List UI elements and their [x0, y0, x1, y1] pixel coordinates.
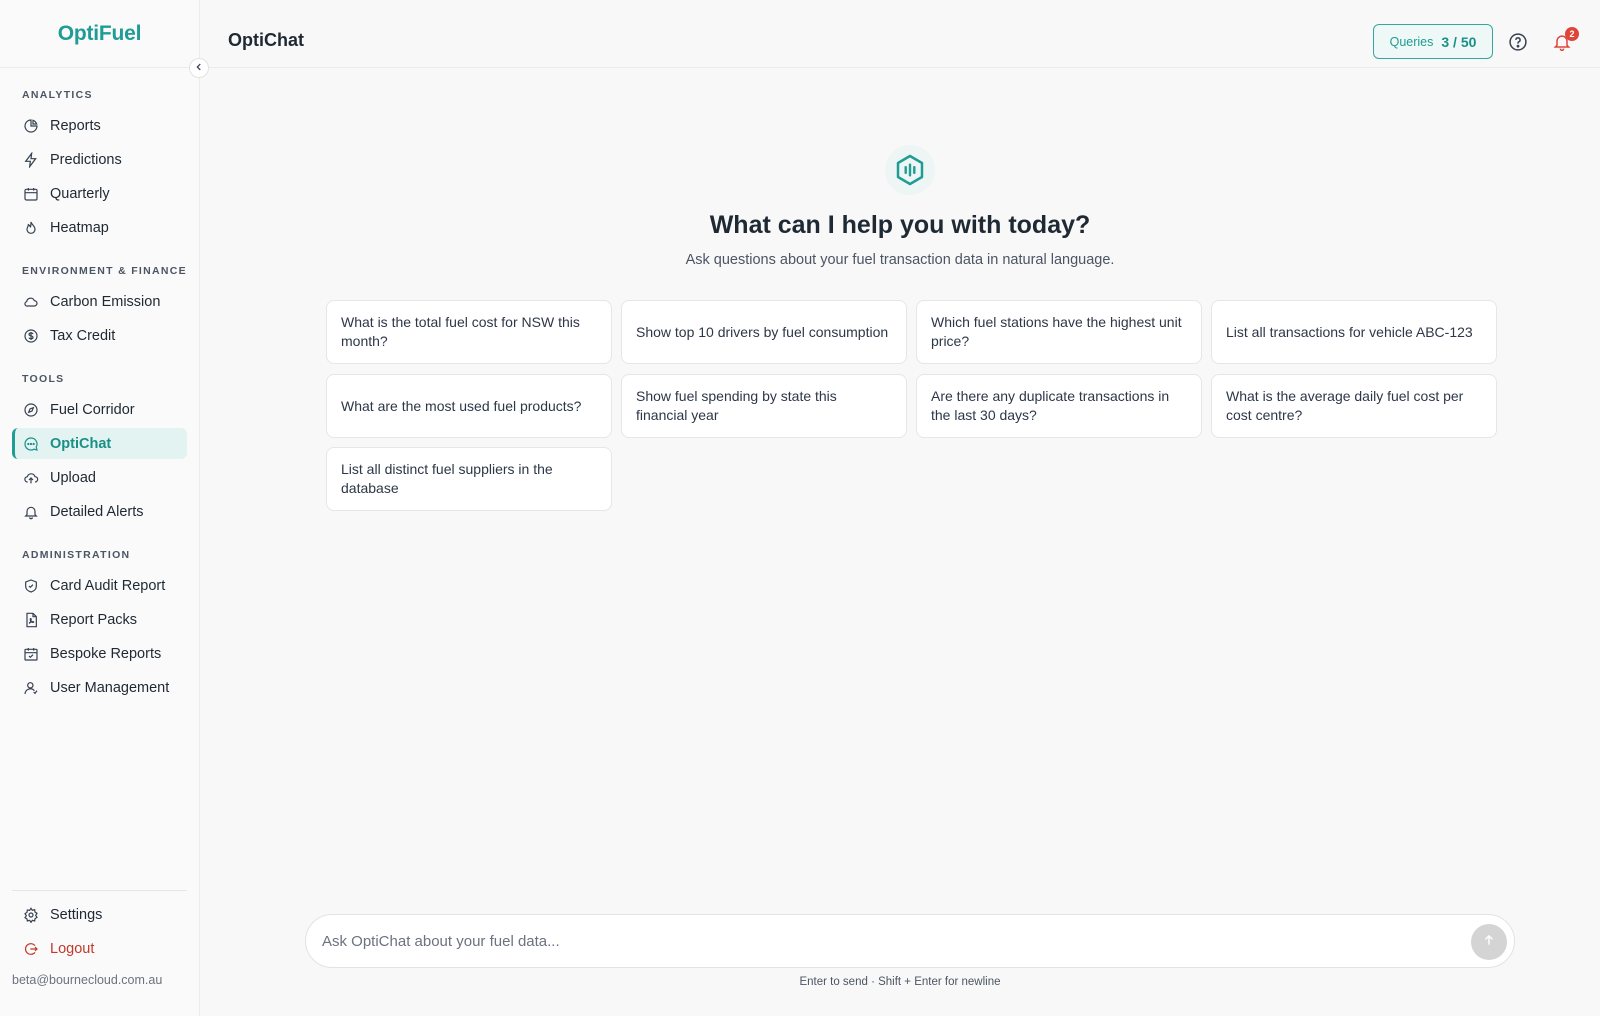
- suggestion-card[interactable]: List all transactions for vehicle ABC-12…: [1211, 300, 1497, 364]
- welcome-subheading: Ask questions about your fuel transactio…: [685, 252, 1115, 268]
- sidebar-item-label: Reports: [50, 117, 101, 134]
- optichat-logo-icon: [885, 145, 935, 195]
- sidebar-item-label: User Management: [50, 679, 170, 696]
- flame-icon: [22, 219, 40, 237]
- sidebar-item-carbon-emission[interactable]: Carbon Emission: [12, 286, 187, 317]
- chat-icon: [22, 435, 40, 453]
- sidebar-item-predictions[interactable]: Predictions: [12, 144, 187, 175]
- settings-label: Settings: [50, 906, 103, 923]
- cloud-upload-icon: [22, 469, 40, 487]
- suggestion-card[interactable]: What are the most used fuel products?: [326, 374, 612, 438]
- sidebar-item-heatmap[interactable]: Heatmap: [12, 212, 187, 243]
- chevron-left-icon: [194, 59, 204, 77]
- sidebar-item-label: Heatmap: [50, 219, 109, 236]
- sidebar-footer: Settings Logout: [12, 890, 187, 967]
- file-pdf-icon: [22, 611, 40, 629]
- suggestion-card[interactable]: Are there any duplicate transactions in …: [916, 374, 1202, 438]
- brand-logo[interactable]: OptiFuel: [0, 0, 199, 68]
- cloud-icon: [22, 293, 40, 311]
- arrow-up-icon: [1482, 933, 1496, 952]
- suggestion-card[interactable]: Show top 10 drivers by fuel consumption: [621, 300, 907, 364]
- compass-icon: [22, 401, 40, 419]
- sidebar-item-label: Card Audit Report: [50, 577, 166, 594]
- section-label-administration: ADMINISTRATION: [22, 549, 131, 561]
- sidebar-item-label: Detailed Alerts: [50, 503, 144, 520]
- sidebar-item-reports[interactable]: Reports: [12, 110, 187, 141]
- user-email: beta@bournecloud.com.au: [12, 973, 163, 987]
- sidebar-item-fuel-corridor[interactable]: Fuel Corridor: [12, 394, 187, 425]
- suggestion-card[interactable]: Show fuel spending by state this financi…: [621, 374, 907, 438]
- input-hint: Enter to send · Shift + Enter for newlin…: [799, 976, 1001, 988]
- settings-button[interactable]: Settings: [12, 899, 187, 930]
- suggestion-card[interactable]: What is the average daily fuel cost per …: [1211, 374, 1497, 438]
- section-label-environment-finance: ENVIRONMENT & FINANCE: [22, 265, 187, 277]
- sidebar-item-report-packs[interactable]: Report Packs: [12, 604, 187, 635]
- dollar-circle-icon: [22, 327, 40, 345]
- sidebar-nav: ANALYTICS Reports Predictions Quarterly …: [0, 68, 199, 703]
- sidebar-item-quarterly[interactable]: Quarterly: [12, 178, 187, 209]
- sidebar-item-label: Predictions: [50, 151, 122, 168]
- sidebar-item-label: OptiChat: [50, 435, 112, 452]
- sidebar-item-bespoke-reports[interactable]: Bespoke Reports: [12, 638, 187, 669]
- sidebar: OptiFuel ANALYTICS Reports Predictions Q…: [0, 0, 200, 1016]
- calendar-icon: [22, 185, 40, 203]
- logout-icon: [22, 940, 40, 958]
- suggestion-card[interactable]: What is the total fuel cost for NSW this…: [326, 300, 612, 364]
- sidebar-item-label: Fuel Corridor: [50, 401, 135, 418]
- sidebar-item-label: Quarterly: [50, 185, 110, 202]
- send-button[interactable]: [1471, 924, 1507, 960]
- notification-count-badge: 2: [1565, 27, 1579, 41]
- suggestion-card[interactable]: List all distinct fuel suppliers in the …: [326, 447, 612, 511]
- section-label-tools: TOOLS: [22, 373, 65, 385]
- top-header: OptiChat Queries 3 / 50 2: [200, 0, 1600, 68]
- chat-input-container: [305, 914, 1515, 968]
- queries-label: Queries: [1389, 34, 1434, 49]
- shield-check-icon: [22, 577, 40, 595]
- sidebar-item-label: Bespoke Reports: [50, 645, 162, 662]
- sidebar-item-tax-credit[interactable]: Tax Credit: [12, 320, 187, 351]
- chat-input[interactable]: [322, 915, 1442, 967]
- user-icon: [22, 679, 40, 697]
- section-label-analytics: ANALYTICS: [22, 89, 93, 101]
- sidebar-item-label: Report Packs: [50, 611, 138, 628]
- help-icon[interactable]: [1508, 32, 1528, 52]
- queries-count: 3 / 50: [1441, 33, 1477, 50]
- sidebar-item-optichat[interactable]: OptiChat: [12, 428, 187, 459]
- pie-chart-icon: [22, 117, 40, 135]
- welcome-heading: What can I help you with today?: [709, 211, 1091, 239]
- sidebar-item-detailed-alerts[interactable]: Detailed Alerts: [12, 496, 187, 527]
- page-title: OptiChat: [228, 30, 304, 50]
- queries-badge: Queries 3 / 50: [1373, 24, 1493, 59]
- sidebar-item-label: Upload: [50, 469, 96, 486]
- suggestion-card[interactable]: Which fuel stations have the highest uni…: [916, 300, 1202, 364]
- logout-button[interactable]: Logout: [12, 933, 187, 964]
- sidebar-item-label: Carbon Emission: [50, 293, 161, 310]
- gear-icon: [22, 906, 40, 924]
- calendar-check-icon: [22, 645, 40, 663]
- sidebar-item-upload[interactable]: Upload: [12, 462, 187, 493]
- collapse-sidebar-button[interactable]: [189, 58, 209, 78]
- sidebar-item-card-audit-report[interactable]: Card Audit Report: [12, 570, 187, 601]
- lightning-icon: [22, 151, 40, 169]
- bell-icon: [22, 503, 40, 521]
- logout-label: Logout: [50, 940, 95, 957]
- sidebar-item-label: Tax Credit: [50, 327, 116, 344]
- sidebar-item-user-management[interactable]: User Management: [12, 672, 187, 703]
